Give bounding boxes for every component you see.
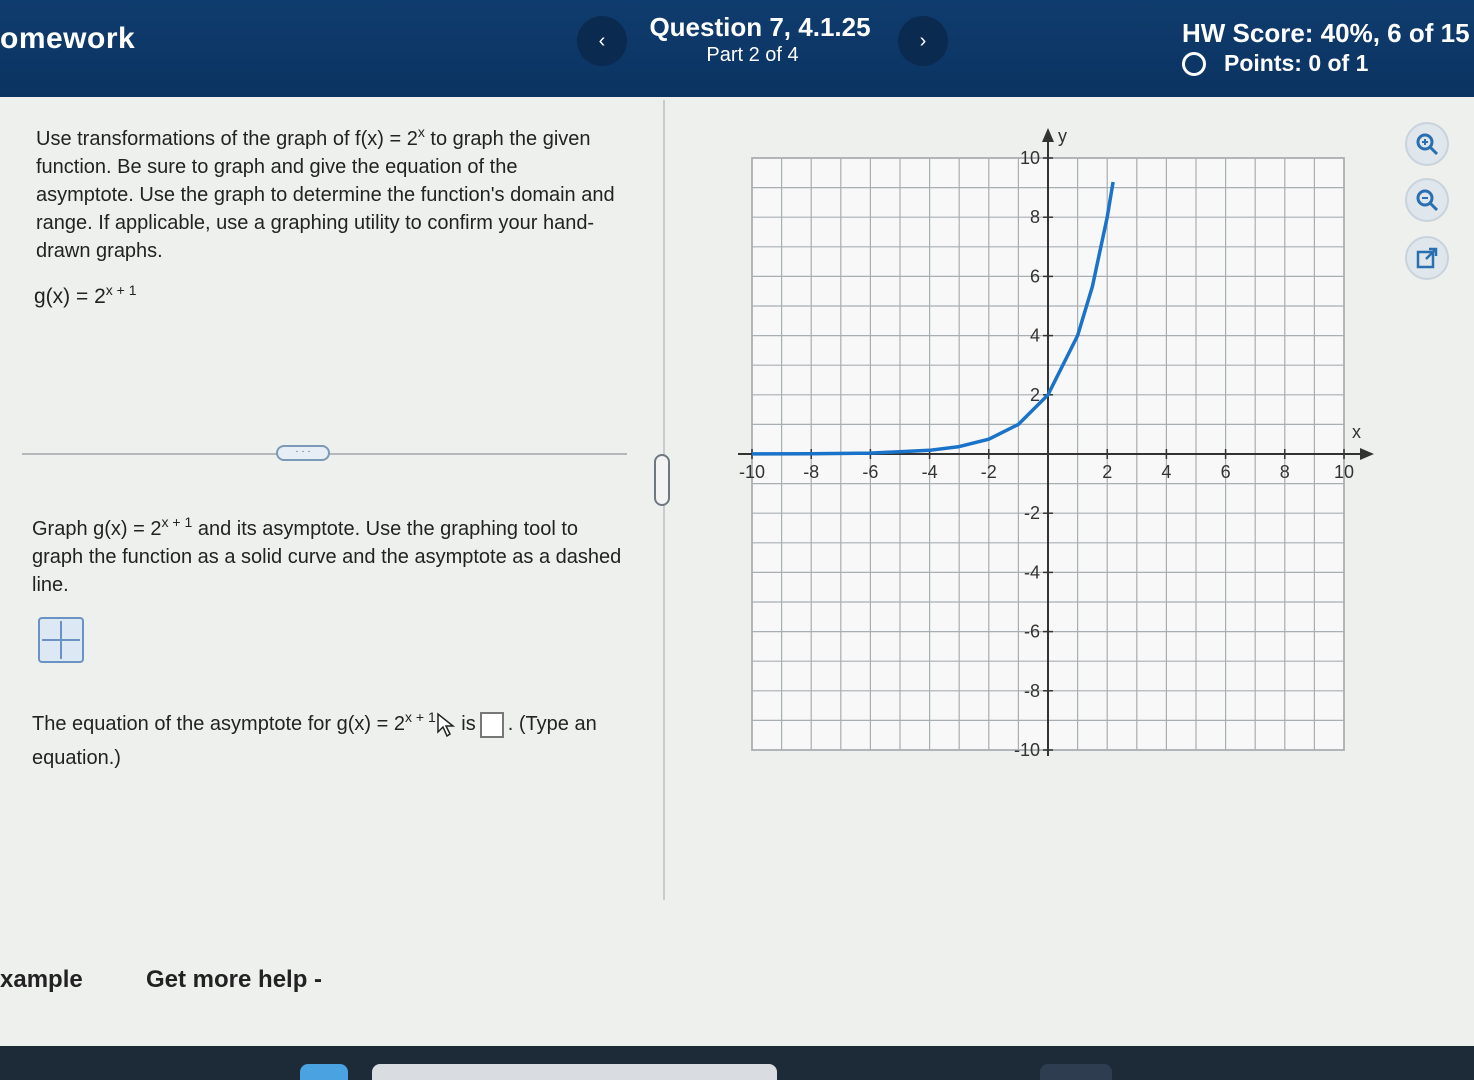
zoom-in-icon[interactable] [1405, 122, 1449, 166]
y-tick-label: -4 [1024, 562, 1040, 582]
x-tick-label: 4 [1161, 462, 1171, 482]
graph-exponent: x + 1 [161, 514, 193, 530]
asymptote-question: The equation of the asymptote for g(x) =… [32, 700, 622, 775]
hw-score: HW Score: 40%, 6 of 15 poi [1182, 18, 1474, 48]
y-tick-label: 8 [1030, 207, 1040, 227]
x-tick-label: 2 [1102, 462, 1112, 482]
taskbar [0, 1046, 1474, 1080]
asymptote-is: is [455, 713, 476, 735]
y-axis-label: y [1058, 126, 1067, 146]
windows-start-icon[interactable] [300, 1064, 348, 1080]
status-circle-icon [1182, 51, 1206, 76]
x-axis-label: x [1352, 422, 1361, 442]
graph-instructions: Graph g(x) = 2x + 1 and its asymptote. U… [32, 508, 622, 599]
header-bar: omework ‹ Question 7, 4.1.25 Part 2 of 4… [0, 0, 1474, 97]
graph-text: Graph g(x) = 2 [32, 518, 162, 540]
y-tick-label: 2 [1030, 385, 1040, 405]
y-tick-label: -8 [1024, 681, 1040, 701]
coordinate-graph[interactable]: x y -10 -8 -6 -4 -2 2 4 6 8 10 10 8 6 4 2 -2 -4 -6 -8 -10 [730, 118, 1390, 778]
x-tick-label: 6 [1221, 462, 1231, 482]
x-axis-arrow [1360, 448, 1374, 460]
y-tick-label: -10 [1014, 740, 1040, 760]
intro-text: Use transformations of the graph of f(x)… [36, 128, 418, 150]
next-question-button[interactable]: › [898, 16, 948, 66]
zoom-out-icon[interactable] [1405, 178, 1449, 222]
taskbar-app-icon[interactable] [1040, 1064, 1112, 1080]
x-tick-label: 8 [1280, 462, 1290, 482]
x-tick-label: -10 [739, 462, 765, 482]
points-label: Points: 0 of 1 [1224, 50, 1369, 76]
taskbar-search[interactable] [372, 1064, 777, 1080]
expand-more-button[interactable]: · · · [276, 445, 330, 461]
y-axis-arrow [1042, 128, 1054, 142]
x-tick-label: -6 [862, 462, 878, 482]
y-tick-label: -6 [1024, 622, 1040, 642]
function-exponent: x + 1 [105, 282, 137, 298]
question-title: Question 7, 4.1.25 [649, 12, 871, 42]
question-instructions: Use transformations of the graph of f(x)… [36, 118, 616, 265]
splitter-handle[interactable] [654, 454, 670, 506]
get-more-help-button[interactable]: Get more help - [146, 966, 322, 994]
graphing-tool-icon[interactable] [38, 617, 84, 663]
y-tick-label: 4 [1030, 326, 1040, 346]
mouse-cursor-icon [436, 712, 456, 738]
app-title: omework [0, 22, 136, 55]
open-new-window-icon[interactable] [1405, 236, 1449, 280]
y-tick-label: 10 [1020, 148, 1040, 168]
x-tick-label: -8 [803, 462, 819, 482]
question-part: Part 2 of 4 [706, 44, 799, 66]
asymptote-exponent: x + 1 [405, 709, 436, 725]
points-status: Points: 0 of 1 [1182, 50, 1368, 77]
x-tick-label: 10 [1334, 462, 1354, 482]
asymptote-text: The equation of the asymptote for g(x) =… [32, 713, 405, 735]
function-definition: g(x) = 2x + 1 [34, 282, 137, 309]
intro-exponent: x [417, 124, 425, 140]
asymptote-answer-input[interactable] [479, 711, 504, 738]
previous-question-button[interactable]: ‹ [577, 16, 627, 66]
example-link[interactable]: xample [0, 966, 83, 994]
x-tick-label: -2 [981, 462, 997, 482]
y-tick-label: 6 [1030, 266, 1040, 286]
function-base: g(x) = 2 [34, 285, 106, 308]
x-tick-label: -4 [922, 462, 938, 482]
y-tick-label: -2 [1024, 503, 1040, 523]
